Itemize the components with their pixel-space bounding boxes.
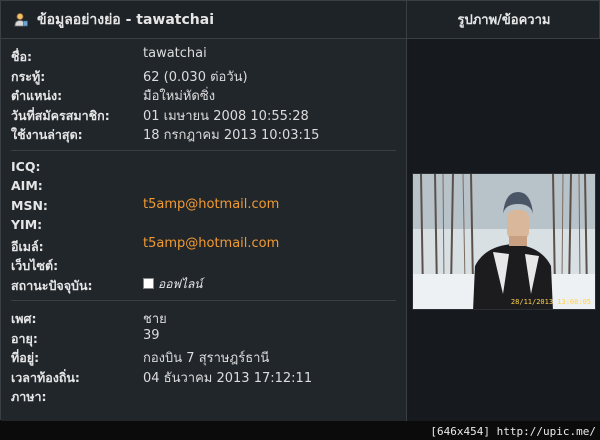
- profile-row-last-active: ใช้งานล่าสุด: 18 กรกฎาคม 2013 10:03:15: [11, 123, 406, 143]
- profile-row-joined: วันที่สมัครสมาชิก: 01 เมษายน 2008 10:55:…: [11, 104, 406, 124]
- header-left: ข้อมูลอย่างย่อ - tawatchai: [1, 1, 406, 38]
- personal-row-location: ที่อยู่: กองบิน 7 สุราษฎร์ธานี: [11, 346, 406, 366]
- profile-details: ชื่อ: tawatchai กระทู้: 62 (0.030 ต่อวัน…: [1, 39, 406, 421]
- photo-panel: 28/11/2013 13:08:05: [407, 39, 600, 421]
- contact-row-msn: MSN: t5amp@hotmail.com: [11, 196, 406, 216]
- email-link[interactable]: t5amp@hotmail.com: [143, 236, 279, 251]
- avatar-photo: 28/11/2013 13:08:05: [412, 173, 596, 310]
- contact-row-aim: AIM:: [11, 176, 406, 196]
- personal-section: เพศ: ชาย อายุ: 39 ที่อยู่: กองบิน 7 สุรา…: [1, 301, 406, 405]
- contact-row-email: อีเมล์: t5amp@hotmail.com: [11, 235, 406, 255]
- contact-row-status: สถานะปัจจุบัน: ออฟไลน์: [11, 274, 406, 294]
- last-active-value: 18 กรกฎาคม 2013 10:03:15: [143, 128, 320, 143]
- profile-section: ชื่อ: tawatchai กระทู้: 62 (0.030 ต่อวัน…: [1, 39, 406, 151]
- image-host-caption: [646x454] http://upic.me/: [430, 425, 596, 438]
- page-title: ข้อมูลอย่างย่อ - tawatchai: [37, 11, 214, 28]
- photo-column-title: รูปภาพ/ข้อความ: [457, 13, 551, 28]
- header-bar: ข้อมูลอย่างย่อ - tawatchai รูปภาพ/ข้อควา…: [1, 1, 599, 39]
- language-label: ภาษา:: [11, 389, 47, 404]
- last-active-label: ใช้งานล่าสุด:: [11, 127, 83, 142]
- age-value: 39: [143, 327, 160, 343]
- personal-row-local-time: เวลาท้องถิ่น: 04 ธันวาคม 2013 17:12:11: [11, 366, 406, 386]
- personal-row-age: อายุ: 39: [11, 327, 406, 347]
- msn-label: MSN:: [11, 197, 48, 213]
- name-value: tawatchai: [143, 46, 207, 61]
- photo-date-stamp: 28/11/2013 13:08:05: [510, 298, 591, 306]
- contact-section: ICQ: AIM: MSN: t5amp@hotmail.com YIM: อี…: [1, 151, 406, 301]
- contact-row-icq: ICQ:: [11, 157, 406, 177]
- personal-row-language: ภาษา:: [11, 385, 406, 405]
- offline-status-icon: [143, 277, 154, 289]
- aim-label: AIM:: [11, 178, 43, 193]
- yim-label: YIM:: [11, 217, 43, 232]
- profile-row-posts: กระทู้: 62 (0.030 ต่อวัน): [11, 65, 406, 85]
- offline-status-text: ออฟไลน์: [158, 276, 203, 291]
- profile-row-name: ชื่อ: tawatchai: [11, 45, 406, 65]
- icq-label: ICQ:: [11, 158, 41, 174]
- contact-row-yim: YIM:: [11, 215, 406, 235]
- msn-link[interactable]: t5amp@hotmail.com: [143, 197, 279, 212]
- status-label: สถานะปัจจุบัน:: [11, 277, 93, 293]
- photo-column-header: รูปภาพ/ข้อความ: [407, 1, 600, 38]
- personal-row-gender: เพศ: ชาย: [11, 307, 406, 327]
- user-icon: [13, 12, 29, 28]
- status-value: ออฟไลน์: [143, 275, 203, 294]
- profile-row-rank: ตำแหน่ง: มือใหม่หัดซิ่ง: [11, 84, 406, 104]
- contact-row-website: เว็บไซต์:: [11, 254, 406, 274]
- profile-window: ข้อมูลอย่างย่อ - tawatchai รูปภาพ/ข้อควา…: [0, 0, 600, 421]
